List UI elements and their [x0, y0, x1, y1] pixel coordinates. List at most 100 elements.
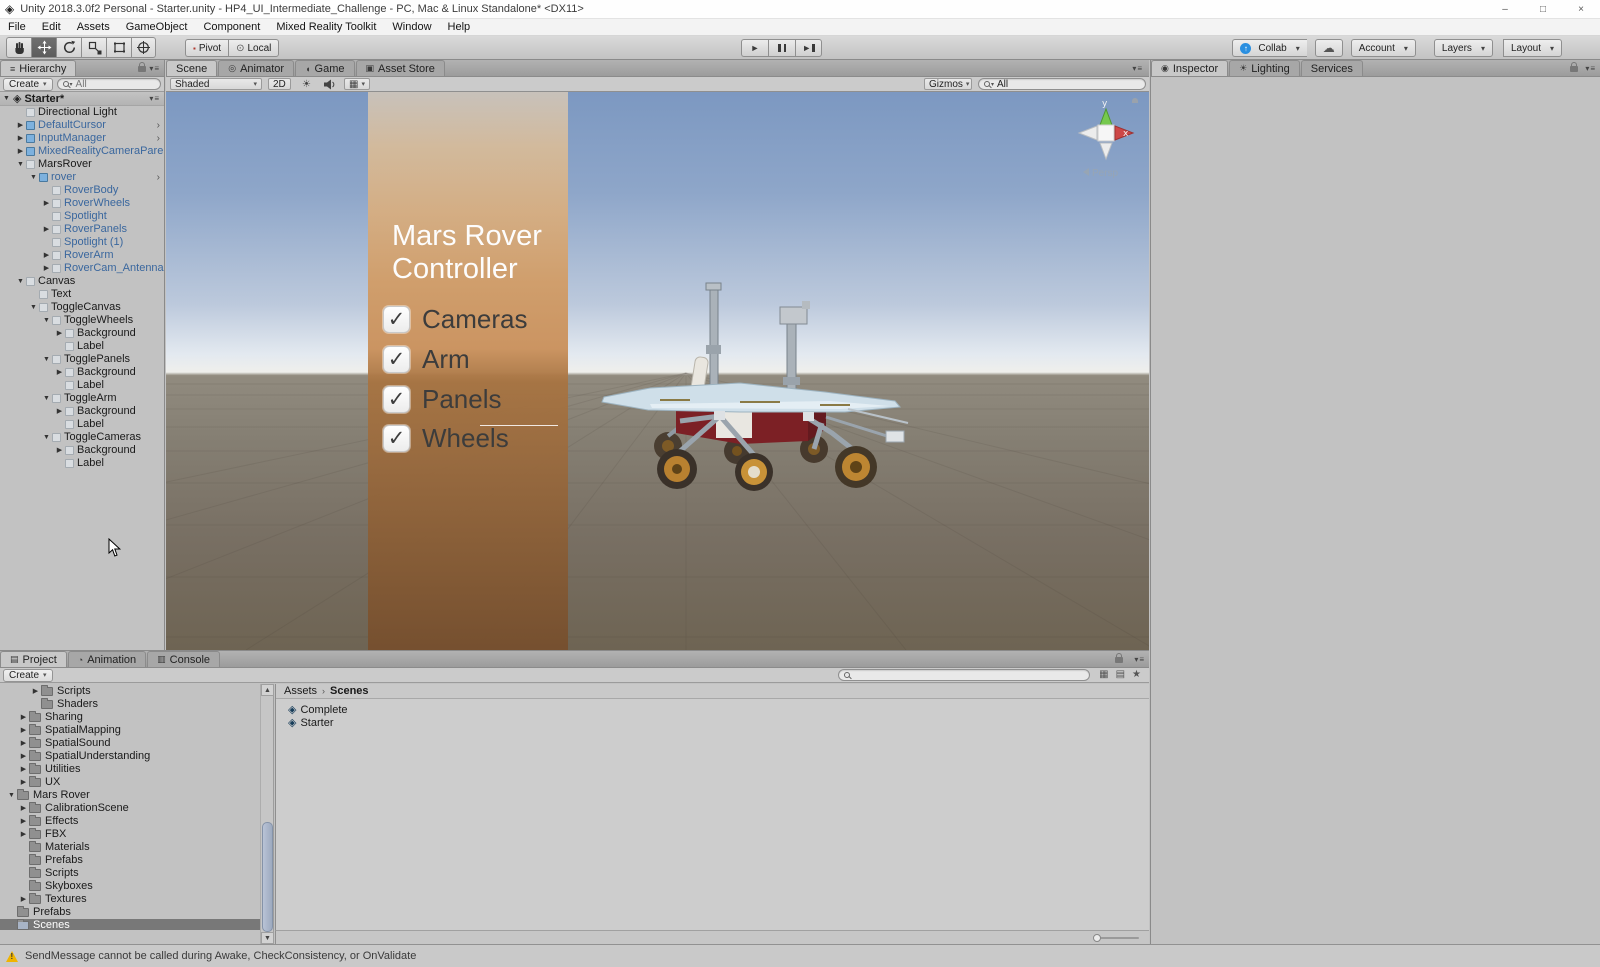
scrollbar-thumb[interactable] [262, 822, 273, 932]
project-tree-item[interactable]: ▶ FBX [0, 828, 260, 841]
project-tree-scrollbar[interactable]: ▲ ▼ [260, 684, 274, 944]
hierarchy-item[interactable]: ▶ Background [0, 444, 164, 457]
menu-item[interactable]: File [0, 21, 34, 33]
menu-item[interactable]: Help [440, 21, 479, 33]
audio-toggle-button[interactable] [324, 78, 336, 90]
expand-arrow-icon[interactable]: ▶ [18, 737, 29, 750]
project-tree-item[interactable]: ▶ Textures [0, 893, 260, 906]
hand-tool-button[interactable] [6, 37, 31, 58]
view-tab[interactable]: ☀ Lighting [1229, 60, 1300, 76]
hierarchy-item[interactable]: ▼ ToggleArm [0, 392, 164, 405]
pane-options-icon[interactable] [1585, 64, 1596, 73]
foldout-icon[interactable]: ▼ [3, 95, 13, 102]
checkbox-checked-icon[interactable] [383, 306, 410, 333]
pivot-button[interactable]: ▪Pivot [185, 39, 228, 57]
tab-hierarchy[interactable]: ≡ Hierarchy [0, 60, 76, 76]
scale-tool-button[interactable] [81, 37, 106, 58]
expand-arrow-icon[interactable]: ▼ [15, 275, 26, 288]
expand-arrow-icon[interactable]: ▼ [6, 789, 17, 802]
lock-icon[interactable] [1115, 657, 1123, 663]
project-tree-item[interactable]: Skyboxes [0, 880, 260, 893]
project-tree-item[interactable]: Materials [0, 841, 260, 854]
expand-arrow-icon[interactable]: ▶ [41, 249, 52, 262]
project-tree-item[interactable]: Scripts [0, 867, 260, 880]
expand-arrow-icon[interactable]: ▶ [54, 405, 65, 418]
prefab-chevron-icon[interactable]: › [157, 171, 160, 184]
view-tab[interactable]: ◔ Animation [68, 651, 146, 667]
mars-rover-model[interactable] [590, 271, 920, 491]
expand-arrow-icon[interactable]: ▶ [18, 763, 29, 776]
lock-icon[interactable] [138, 66, 146, 72]
breadcrumb-current[interactable]: Scenes [330, 685, 369, 697]
toggle-row[interactable]: Wheels [383, 423, 563, 453]
expand-arrow-icon[interactable]: ▼ [28, 301, 39, 314]
hierarchy-item[interactable]: ▶ RoverWheels [0, 197, 164, 210]
project-tree-item[interactable]: ▶ Effects [0, 815, 260, 828]
hierarchy-item[interactable]: RoverBody [0, 184, 164, 197]
view-tab[interactable]: ◎ Animator [218, 60, 294, 76]
expand-arrow-icon[interactable]: ▶ [54, 327, 65, 340]
expand-arrow-icon[interactable]: ▼ [41, 353, 52, 366]
project-tree-item[interactable]: ▶ Scripts [0, 685, 260, 698]
hierarchy-item[interactable]: ▶ Background [0, 327, 164, 340]
expand-arrow-icon[interactable]: ▶ [15, 145, 26, 158]
menu-item[interactable]: Edit [34, 21, 69, 33]
prefab-chevron-icon[interactable]: › [157, 119, 160, 132]
breadcrumb-root[interactable]: Assets [284, 685, 317, 697]
project-tree-item[interactable]: Shaders [0, 698, 260, 711]
scroll-up-icon[interactable]: ▲ [261, 684, 274, 696]
view-tab[interactable]: ◉ Inspector [1151, 60, 1228, 76]
slider-knob[interactable] [1093, 934, 1101, 942]
checkbox-checked-icon[interactable] [383, 425, 410, 452]
collab-button[interactable]: ↑Collab [1232, 39, 1306, 57]
hierarchy-search-input[interactable]: ▾ All [57, 78, 161, 90]
expand-arrow-icon[interactable]: ▶ [18, 776, 29, 789]
hierarchy-item[interactable]: ▶ MixedRealityCameraParent [0, 145, 164, 158]
expand-arrow-icon[interactable]: ▶ [54, 366, 65, 379]
project-create-button[interactable]: Create [3, 669, 53, 682]
pause-button[interactable] [768, 39, 795, 57]
hierarchy-item[interactable]: Spotlight (1) [0, 236, 164, 249]
icon-size-slider[interactable] [1095, 937, 1139, 939]
project-tree-item[interactable]: ▶ CalibrationScene [0, 802, 260, 815]
expand-arrow-icon[interactable]: ▼ [41, 314, 52, 327]
project-search-input[interactable] [838, 669, 1090, 681]
expand-arrow-icon[interactable]: ▶ [18, 815, 29, 828]
scene-header-row[interactable]: ▼ ◈ Starter* [0, 92, 164, 106]
expand-arrow-icon[interactable]: ▶ [18, 828, 29, 841]
toggle-row[interactable]: Cameras [383, 304, 563, 334]
rotate-tool-button[interactable] [56, 37, 81, 58]
view-tab[interactable]: ▣ Asset Store [356, 60, 445, 76]
expand-arrow-icon[interactable]: ▶ [54, 444, 65, 457]
2d-toggle-button[interactable]: 2D [268, 78, 291, 90]
menu-item[interactable]: GameObject [118, 21, 196, 33]
expand-arrow-icon[interactable]: ▶ [41, 197, 52, 210]
hierarchy-item[interactable]: ▶ RoverPanels [0, 223, 164, 236]
hierarchy-item[interactable]: Label [0, 418, 164, 431]
layers-dropdown[interactable]: Layers [1434, 39, 1493, 57]
hierarchy-item[interactable]: ▼ ToggleCanvas [0, 301, 164, 314]
expand-arrow-icon[interactable]: ▶ [18, 802, 29, 815]
hierarchy-create-button[interactable]: Create [3, 78, 53, 91]
toggle-row[interactable]: Panels [383, 384, 563, 414]
view-tab[interactable]: ▥ Console [147, 651, 220, 667]
hierarchy-item[interactable]: ▶ DefaultCursor › [0, 119, 164, 132]
expand-arrow-icon[interactable]: ▶ [15, 132, 26, 145]
favorites-star-icon[interactable]: ★ [1132, 669, 1141, 680]
hierarchy-item[interactable]: ▼ MarsRover [0, 158, 164, 171]
rect-tool-button[interactable] [106, 37, 131, 58]
project-tree-item[interactable]: Prefabs [0, 854, 260, 867]
hierarchy-item[interactable]: ▼ ToggleWheels [0, 314, 164, 327]
hierarchy-item[interactable]: Label [0, 379, 164, 392]
scene-viewport[interactable]: Mars Rover Controller Cameras Arm [166, 92, 1149, 650]
expand-arrow-icon[interactable]: ▶ [15, 119, 26, 132]
play-button[interactable]: ► [741, 39, 768, 57]
view-tab[interactable]: ◖ Game [295, 60, 354, 76]
scene-pane-options-icon[interactable] [1132, 64, 1143, 73]
local-button[interactable]: ⊙Local [228, 39, 279, 57]
hierarchy-item[interactable]: Directional Light [0, 106, 164, 119]
project-tree-item[interactable]: ▶ SpatialUnderstanding [0, 750, 260, 763]
expand-arrow-icon[interactable]: ▶ [41, 262, 52, 275]
scroll-down-icon[interactable]: ▼ [261, 932, 274, 944]
transform-tool-button[interactable] [131, 37, 156, 58]
